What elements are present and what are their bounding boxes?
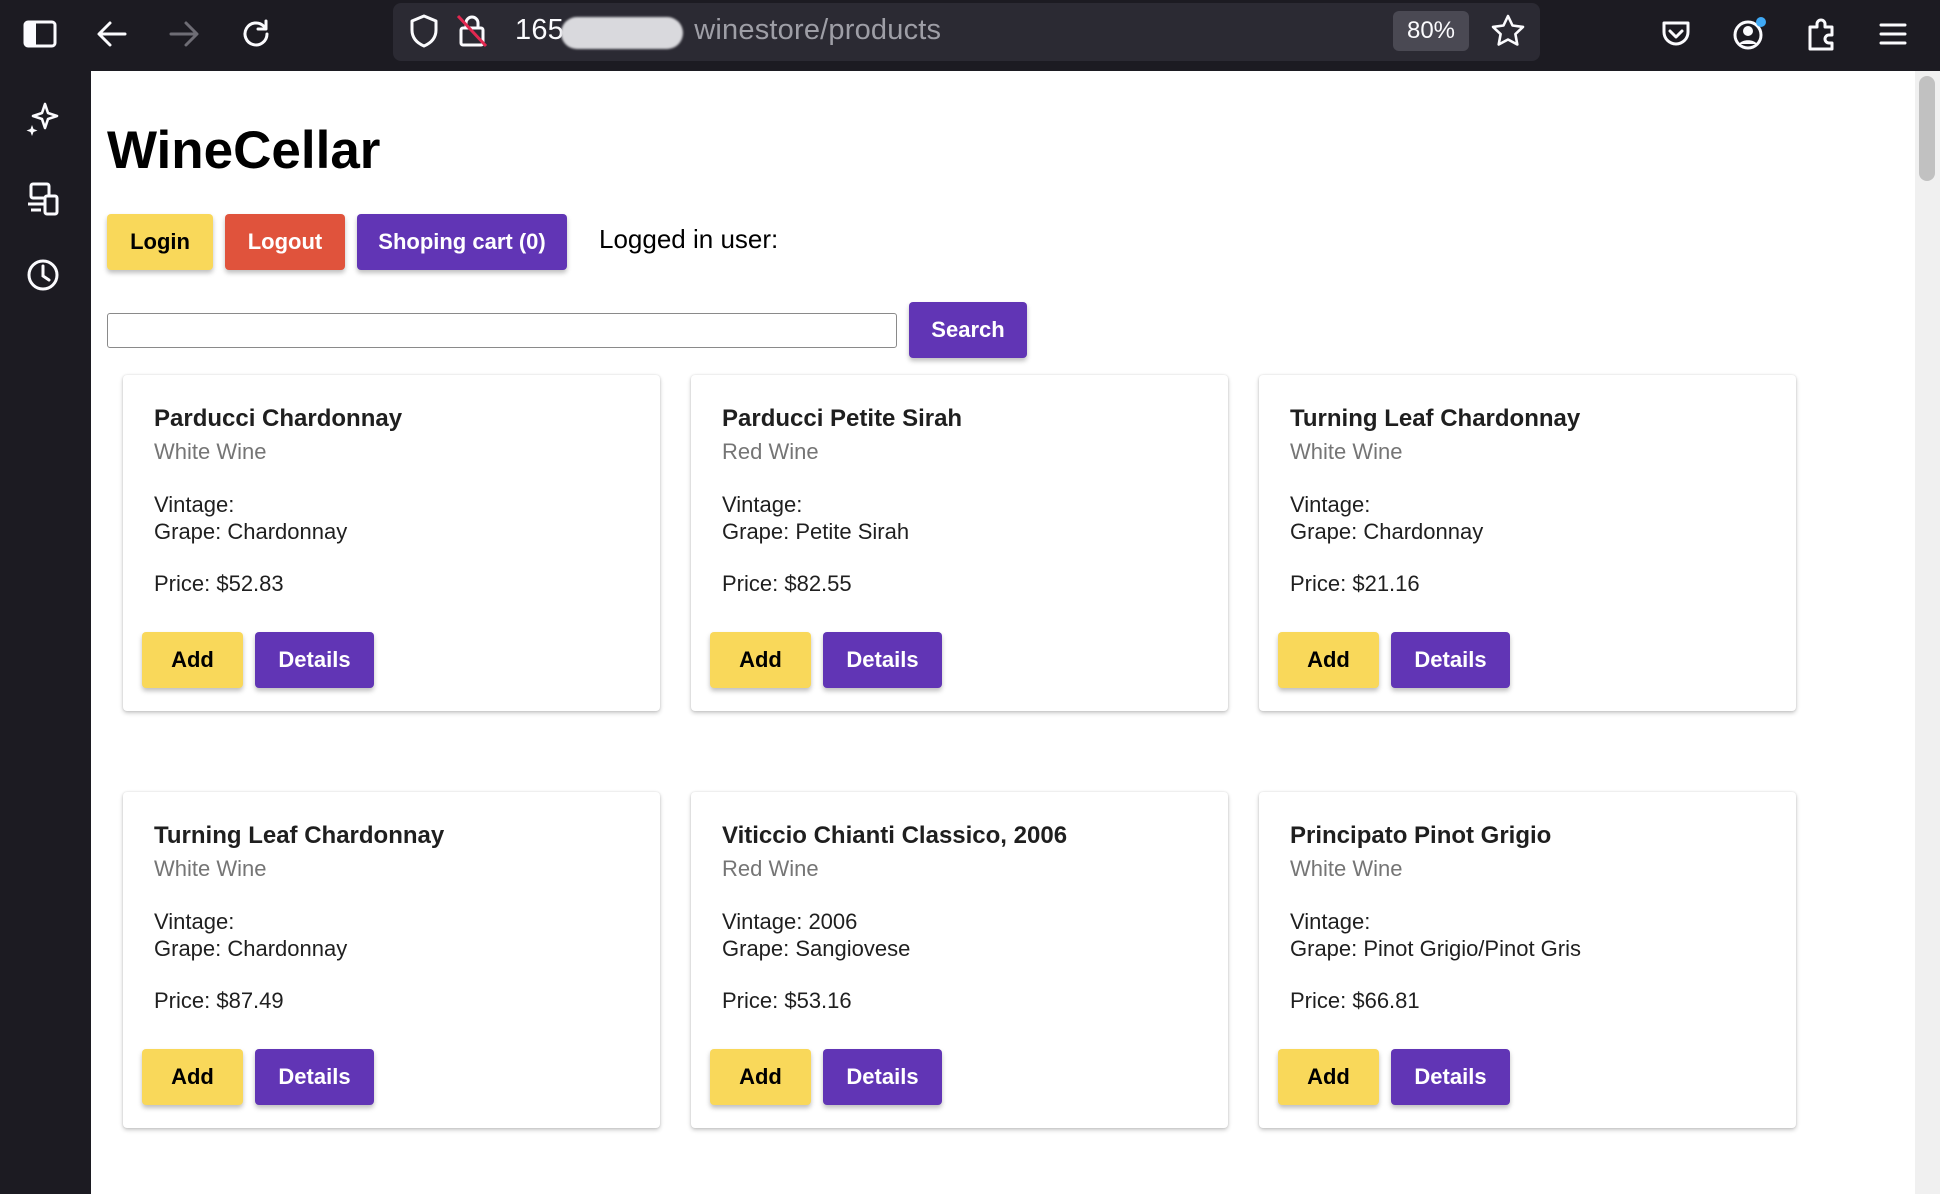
product-type: White Wine: [154, 439, 267, 464]
extensions-icon[interactable]: [1795, 8, 1847, 60]
page-scrollbar[interactable]: [1915, 71, 1940, 1194]
product-type: Red Wine: [722, 856, 819, 881]
product-vintage: Vintage:: [154, 492, 235, 517]
product-card: Turning Leaf Chardonnay White Wine Vinta…: [1259, 375, 1796, 711]
product-grape: Grape: Petite Sirah: [722, 519, 910, 544]
history-clock-icon[interactable]: [19, 251, 67, 299]
browser-toolbar: 165. winestore/products 80%: [0, 0, 1940, 71]
product-vintage: Vintage:: [722, 492, 803, 517]
product-vintage: Vintage:: [154, 909, 235, 934]
product-name: Turning Leaf Chardonnay: [154, 822, 445, 849]
product-grape: Grape: Chardonnay: [154, 519, 348, 544]
product-vintage: Vintage:: [1290, 909, 1371, 934]
page-title: WineCellar: [107, 121, 381, 180]
product-card: Parducci Chardonnay White Wine Vintage: …: [123, 375, 660, 711]
add-to-cart-button[interactable]: Add: [142, 632, 243, 688]
sidebar-toggle-icon[interactable]: [14, 8, 66, 60]
address-bar[interactable]: 165. winestore/products 80%: [393, 3, 1540, 61]
product-card: Parducci Petite Sirah Red Wine Vintage: …: [691, 375, 1228, 711]
menu-hamburger-icon[interactable]: [1867, 8, 1919, 60]
product-price: Price: $53.16: [722, 988, 852, 1013]
add-to-cart-button[interactable]: Add: [1278, 632, 1379, 688]
synced-tabs-icon[interactable]: [19, 174, 67, 222]
product-price: Price: $82.55: [722, 571, 852, 596]
product-grape: Grape: Sangiovese: [722, 936, 911, 961]
details-button[interactable]: Details: [255, 1049, 374, 1105]
details-button[interactable]: Details: [823, 632, 942, 688]
page-content: WineCellar Login Logout Shoping cart (0)…: [91, 71, 1915, 1194]
reload-icon[interactable]: [230, 8, 282, 60]
product-price: Price: $87.49: [154, 988, 284, 1013]
product-name: Parducci Petite Sirah: [722, 405, 963, 432]
url-path: winestore/products: [694, 14, 942, 46]
ai-sparkle-icon[interactable]: [19, 95, 67, 143]
product-name: Parducci Chardonnay: [154, 405, 403, 432]
add-to-cart-button[interactable]: Add: [710, 632, 811, 688]
product-type: Red Wine: [722, 439, 819, 464]
product-grape: Grape: Chardonnay: [154, 936, 348, 961]
back-icon[interactable]: [86, 8, 138, 60]
product-price: Price: $66.81: [1290, 988, 1420, 1013]
product-card: Turning Leaf Chardonnay White Wine Vinta…: [123, 792, 660, 1128]
details-button[interactable]: Details: [1391, 632, 1510, 688]
bookmark-star-icon[interactable]: [1490, 13, 1526, 54]
product-name: Principato Pinot Grigio: [1290, 822, 1552, 849]
login-button[interactable]: Login: [107, 214, 213, 270]
add-to-cart-button[interactable]: Add: [710, 1049, 811, 1105]
zoom-level-badge[interactable]: 80%: [1393, 11, 1469, 51]
product-grape: Grape: Pinot Grigio/Pinot Gris: [1290, 936, 1582, 961]
account-icon[interactable]: [1723, 8, 1775, 60]
insecure-lock-icon[interactable]: [455, 13, 489, 54]
shield-icon[interactable]: [408, 13, 440, 54]
product-vintage: Vintage:: [1290, 492, 1371, 517]
add-to-cart-button[interactable]: Add: [142, 1049, 243, 1105]
add-to-cart-button[interactable]: Add: [1278, 1049, 1379, 1105]
search-input[interactable]: [107, 313, 897, 348]
product-price: Price: $52.83: [154, 571, 284, 596]
product-card: Viticcio Chianti Classico, 2006 Red Wine…: [691, 792, 1228, 1128]
details-button[interactable]: Details: [255, 632, 374, 688]
product-grape: Grape: Chardonnay: [1290, 519, 1484, 544]
logout-button[interactable]: Logout: [225, 214, 345, 270]
product-type: White Wine: [1290, 856, 1403, 881]
product-card: Principato Pinot Grigio White Wine Vinta…: [1259, 792, 1796, 1128]
search-button[interactable]: Search: [909, 302, 1027, 358]
product-name: Turning Leaf Chardonnay: [1290, 405, 1581, 432]
product-price: Price: $21.16: [1290, 571, 1420, 596]
redacted-url-segment: [561, 17, 683, 49]
forward-icon[interactable]: [158, 8, 210, 60]
details-button[interactable]: Details: [1391, 1049, 1510, 1105]
scrollbar-thumb[interactable]: [1919, 76, 1935, 181]
pocket-icon[interactable]: [1650, 8, 1702, 60]
product-name: Viticcio Chianti Classico, 2006: [722, 822, 1068, 849]
details-button[interactable]: Details: [823, 1049, 942, 1105]
product-type: White Wine: [154, 856, 267, 881]
product-type: White Wine: [1290, 439, 1403, 464]
logged-in-user-label: Logged in user:: [599, 224, 779, 254]
product-vintage: Vintage: 2006: [722, 909, 858, 934]
browser-sidebar: [0, 71, 91, 1194]
shopping-cart-button[interactable]: Shoping cart (0): [357, 214, 567, 270]
